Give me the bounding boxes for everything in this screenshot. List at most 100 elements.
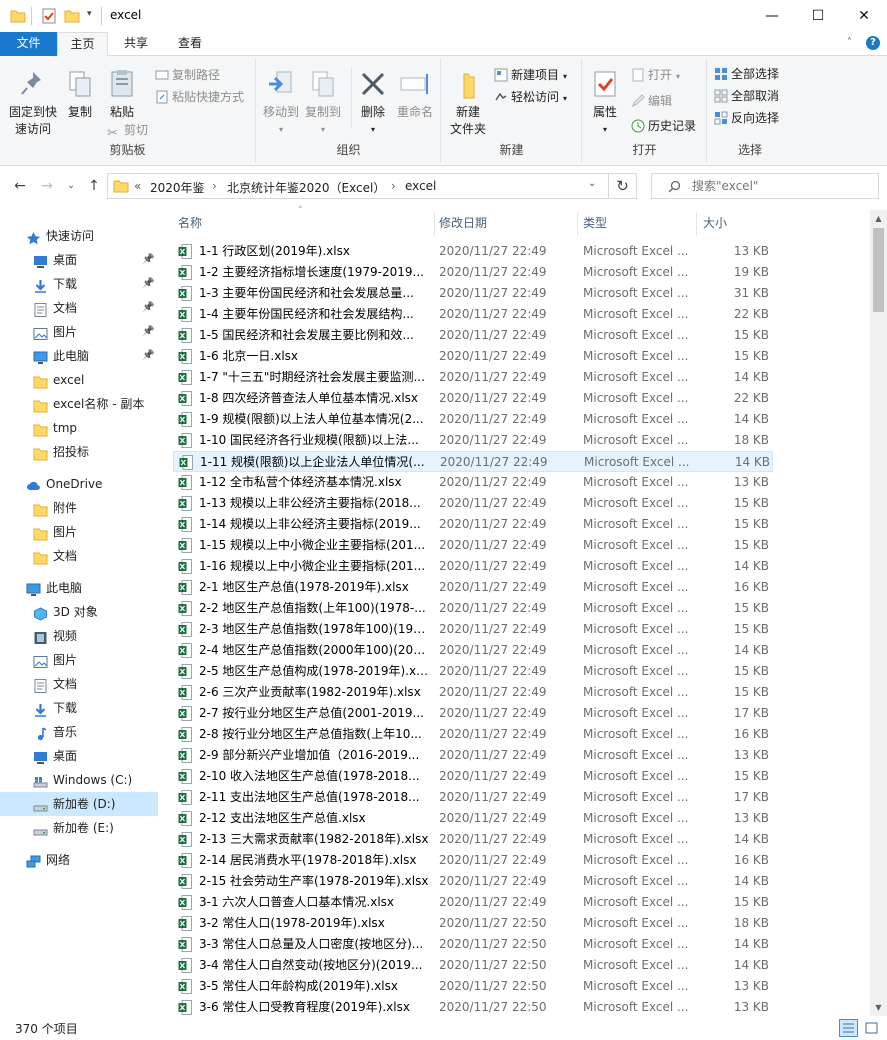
nav-item[interactable]: 此电脑 <box>0 576 158 600</box>
refresh-button[interactable]: ↻ <box>609 173 637 199</box>
close-button[interactable]: ✕ <box>841 0 887 31</box>
new-item-button[interactable]: 新建项目 ▾ <box>494 65 567 85</box>
breadcrumb-yearbook[interactable]: 2020年鉴 <box>150 179 205 196</box>
file-row[interactable]: 2-2 地区生产总值指数(上年100)(1978-... 2020/11/27 2… <box>173 598 773 619</box>
nav-item[interactable]: 招投标 <box>0 440 158 464</box>
breadcrumb-excel[interactable]: excel <box>405 179 436 193</box>
large-icons-view-button[interactable] <box>862 1019 881 1037</box>
nav-item[interactable]: 图片 <box>0 520 158 544</box>
file-row[interactable]: 2-6 三次产业贡献率(1982-2019年).xlsx 2020/11/27 2… <box>173 682 773 703</box>
minimize-button[interactable]: — <box>749 0 795 31</box>
file-row[interactable]: 3-4 常住人口自然变动(按地区分)(2019... 2020/11/27 22:… <box>173 955 773 976</box>
column-header-size[interactable]: 大小 <box>703 214 727 238</box>
scroll-up-arrow-icon[interactable]: ▲ <box>870 210 887 227</box>
nav-item[interactable]: 文档 <box>0 544 158 568</box>
nav-item[interactable]: 此电脑 📌 <box>0 344 158 368</box>
file-row[interactable]: 2-7 按行业分地区生产总值(2001-2019... 2020/11/27 22… <box>173 703 773 724</box>
file-row[interactable]: 1-9 规模(限额)以上法人单位基本情况(2... 2020/11/27 22:4… <box>173 409 773 430</box>
file-row[interactable]: 3-5 常住人口年龄构成(2019年).xlsx 2020/11/27 22:50… <box>173 976 773 997</box>
maximize-button[interactable]: ☐ <box>795 0 841 31</box>
file-row[interactable]: 2-1 地区生产总值(1978-2019年).xlsx 2020/11/27 22… <box>173 577 773 598</box>
nav-item[interactable]: 下载 <box>0 696 158 720</box>
file-row[interactable]: 1-1 行政区划(2019年).xlsx 2020/11/27 22:49 Micr… <box>173 241 773 262</box>
nav-item[interactable]: 桌面 📌 <box>0 248 158 272</box>
file-row[interactable]: 1-7 "十三五"时期经济社会发展主要监测... 2020/11/27 22:49… <box>173 367 773 388</box>
file-row[interactable]: 3-1 六次人口普查人口基本情况.xlsx 2020/11/27 22:49 Mic… <box>173 892 773 913</box>
search-box[interactable] <box>651 173 879 199</box>
tab-home[interactable]: 主页 <box>57 32 108 57</box>
move-to-button[interactable]: 移动到 ▾ <box>261 68 301 138</box>
file-row[interactable]: 2-12 支出法地区生产总值.xlsx 2020/11/27 22:49 Micro… <box>173 808 773 829</box>
invert-selection-button[interactable]: 反向选择 <box>714 108 779 128</box>
details-view-button[interactable] <box>839 1019 858 1037</box>
column-separator[interactable] <box>577 212 578 236</box>
new-folder-button[interactable]: 新建 文件夹 <box>446 68 490 138</box>
nav-item[interactable]: excel <box>0 368 158 392</box>
file-row[interactable]: 1-2 主要经济指标增长速度(1979-2019... 2020/11/27 22… <box>173 262 773 283</box>
nav-item[interactable]: 音乐 <box>0 720 158 744</box>
delete-button[interactable]: 删除 ▾ <box>355 68 391 138</box>
forward-arrow-icon[interactable]: → <box>38 177 56 195</box>
file-row[interactable]: 2-3 地区生产总值指数(1978年100)(197... 2020/11/27 … <box>173 619 773 640</box>
file-row[interactable]: 1-13 规模以上非公经济主要指标(2018... 2020/11/27 22:4… <box>173 493 773 514</box>
nav-item[interactable]: excel名称 - 副本 <box>0 392 158 416</box>
nav-item[interactable]: 新加卷 (D:) <box>0 792 158 816</box>
nav-item[interactable]: 桌面 <box>0 744 158 768</box>
file-row[interactable]: 2-8 按行业分地区生产总值指数(上年10... 2020/11/27 22:49… <box>173 724 773 745</box>
cut-button[interactable]: ✂ 剪切 <box>107 120 148 141</box>
open-button[interactable]: 打开 ▾ <box>631 65 680 85</box>
properties-quick-icon[interactable] <box>41 8 57 24</box>
easy-access-button[interactable]: 轻松访问 ▾ <box>494 87 567 107</box>
file-row[interactable]: 1-10 国民经济各行业规模(限额)以上法... 2020/11/27 22:49… <box>173 430 773 451</box>
file-row[interactable]: 2-13 三大需求贡献率(1982-2018年).xlsx 2020/11/27 … <box>173 829 773 850</box>
copy-to-button[interactable]: 复制到 ▾ <box>303 68 343 138</box>
file-row[interactable]: 1-5 国民经济和社会发展主要比例和效... 2020/11/27 22:49 Mi… <box>173 325 773 346</box>
file-row[interactable]: 1-12 全市私营个体经济基本情况.xlsx 2020/11/27 22:49 Mi… <box>173 472 773 493</box>
up-arrow-icon[interactable]: ↑ <box>85 177 103 195</box>
file-row[interactable]: 1-4 主要年份国民经济和社会发展结构... 2020/11/27 22:49 Mi… <box>173 304 773 325</box>
nav-item[interactable]: OneDrive <box>0 472 158 496</box>
pin-quick-access-button[interactable]: 固定到快 速访问 <box>4 68 62 138</box>
file-row[interactable]: 1-16 规模以上中小微企业主要指标(201... 2020/11/27 22:4… <box>173 556 773 577</box>
copy-button[interactable]: 复制 <box>64 68 96 121</box>
overflow-crumb[interactable]: « <box>134 179 141 193</box>
file-row[interactable]: 2-11 支出法地区生产总值(1978-2018... 2020/11/27 22… <box>173 787 773 808</box>
breadcrumb-beijing[interactable]: 北京统计年鉴2020（Excel） <box>227 179 385 196</box>
nav-item[interactable]: 附件 <box>0 496 158 520</box>
file-row[interactable]: 2-15 社会劳动生产率(1978-2019年).xlsx 2020/11/27 … <box>173 871 773 892</box>
column-separator[interactable] <box>696 212 697 236</box>
tab-file[interactable]: 文件 <box>0 32 57 56</box>
history-button[interactable]: 历史记录 <box>631 116 696 136</box>
nav-item[interactable]: 3D 对象 <box>0 600 158 624</box>
column-separator[interactable] <box>434 212 435 236</box>
file-row[interactable]: 1-11 规模(限额)以上企业法人单位情况(... 2020/11/27 22:4… <box>173 451 773 472</box>
nav-item[interactable]: 图片 <box>0 648 158 672</box>
column-header-name[interactable]: 名称 <box>178 214 202 238</box>
file-row[interactable]: 2-9 部分新兴产业增加值（2016-2019... 2020/11/27 22:… <box>173 745 773 766</box>
breadcrumb-separator[interactable]: › <box>212 179 217 193</box>
file-row[interactable]: 3-6 常住人口受教育程度(2019年).xlsx 2020/11/27 22:5… <box>173 997 773 1018</box>
file-row[interactable]: 1-15 规模以上中小微企业主要指标(201... 2020/11/27 22:4… <box>173 535 773 556</box>
address-dropdown-icon[interactable]: ⌄ <box>588 178 596 189</box>
recent-locations-icon[interactable]: ⌄ <box>62 177 80 195</box>
customize-qat-icon[interactable]: ▾ <box>87 9 92 19</box>
tab-view[interactable]: 查看 <box>164 32 216 56</box>
nav-item[interactable]: Windows (C:) <box>0 768 158 792</box>
search-input[interactable] <box>692 179 862 193</box>
file-row[interactable]: 2-5 地区生产总值构成(1978-2019年).xl... 2020/11/27… <box>173 661 773 682</box>
file-row[interactable]: 1-14 规模以上非公经济主要指标(2019... 2020/11/27 22:4… <box>173 514 773 535</box>
rename-button[interactable]: 重命名 <box>394 68 436 121</box>
file-row[interactable]: 1-8 四次经济普查法人单位基本情况.xlsx 2020/11/27 22:49 M… <box>173 388 773 409</box>
new-folder-quick-icon[interactable] <box>64 8 80 24</box>
nav-item[interactable]: 文档 <box>0 672 158 696</box>
file-row[interactable]: 3-3 常住人口总量及人口密度(按地区分)... 2020/11/27 22:50… <box>173 934 773 955</box>
file-row[interactable]: 2-10 收入法地区生产总值(1978-2018... 2020/11/27 22… <box>173 766 773 787</box>
breadcrumb-separator[interactable]: › <box>391 179 396 193</box>
copy-path-button[interactable]: 复制路径 <box>155 65 220 85</box>
edit-button[interactable]: 编辑 <box>631 91 672 111</box>
file-row[interactable]: 2-4 地区生产总值指数(2000年100)(200... 2020/11/27 … <box>173 640 773 661</box>
nav-item[interactable]: 新加卷 (E:) <box>0 816 158 840</box>
tab-share[interactable]: 共享 <box>110 32 162 56</box>
column-header-date[interactable]: 修改日期 <box>439 214 487 238</box>
paste-button[interactable]: 粘贴 <box>104 68 140 121</box>
